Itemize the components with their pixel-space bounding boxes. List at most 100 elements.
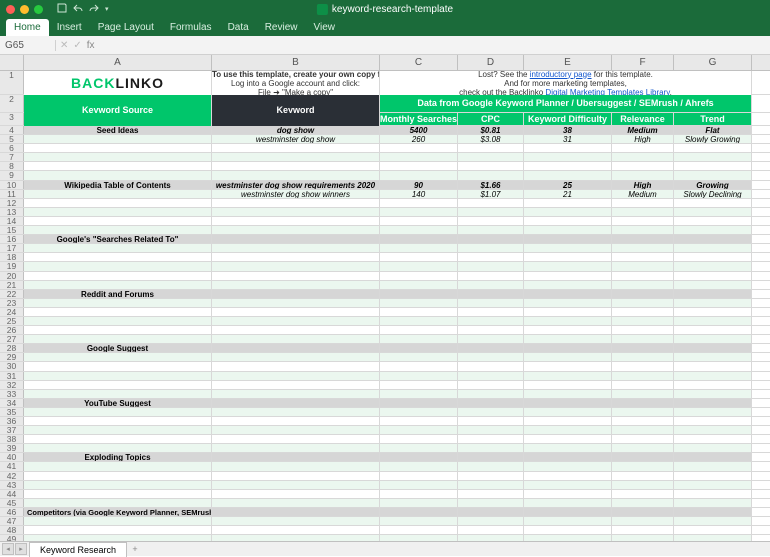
cell[interactable] [380,517,458,525]
cell[interactable] [524,417,612,425]
cell[interactable] [612,526,674,534]
cell[interactable]: $3.08 [458,135,524,143]
maximize-icon[interactable] [34,5,43,14]
cell[interactable] [212,462,380,470]
cell[interactable] [24,226,212,234]
cell[interactable] [524,144,612,152]
cell[interactable] [380,535,458,541]
cell[interactable] [380,526,458,534]
cell[interactable] [674,290,752,298]
row-header[interactable]: 23 [0,299,24,307]
row-header[interactable]: 11 [0,190,24,198]
cell[interactable] [458,226,524,234]
grid[interactable]: 1 BACKLINKO To use this template, create… [0,71,770,541]
cell[interactable] [380,281,458,289]
tab-page-layout[interactable]: Page Layout [90,19,162,36]
row-header[interactable]: 31 [0,372,24,380]
cell[interactable] [24,326,212,334]
cell[interactable] [674,426,752,434]
cell[interactable] [212,472,380,480]
cell[interactable] [24,217,212,225]
row-header[interactable]: 2 [0,95,24,112]
cell[interactable] [212,290,380,298]
cell[interactable] [674,308,752,316]
cell[interactable] [458,444,524,452]
col-C[interactable]: C [380,55,458,70]
save-icon[interactable] [57,3,67,16]
cell[interactable]: Medium [612,190,674,198]
cell[interactable] [612,199,674,207]
cell[interactable] [380,362,458,370]
row-header[interactable]: 1 [0,71,24,94]
cell[interactable] [612,326,674,334]
row-header[interactable]: 16 [0,235,24,243]
cell[interactable] [380,399,458,407]
tab-data[interactable]: Data [220,19,257,36]
cell[interactable] [380,335,458,343]
cell[interactable] [24,272,212,280]
cell[interactable] [524,408,612,416]
cell[interactable] [24,335,212,343]
cell[interactable] [674,262,752,270]
cell[interactable] [524,244,612,252]
cell[interactable] [674,244,752,252]
cell[interactable]: Growing [674,181,752,189]
cell[interactable] [458,517,524,525]
cell[interactable] [612,362,674,370]
cell[interactable] [674,490,752,498]
cell[interactable] [212,272,380,280]
cell[interactable] [674,444,752,452]
cell[interactable]: Medium [612,126,674,134]
cell[interactable] [524,235,612,243]
row-header[interactable]: 8 [0,162,24,170]
cell[interactable] [524,499,612,507]
cell[interactable] [674,517,752,525]
cell[interactable] [674,526,752,534]
row-header[interactable]: 24 [0,308,24,316]
templates-link[interactable]: Digital Marketing Templates Library [545,88,669,96]
cell[interactable] [24,190,212,198]
cell[interactable] [524,171,612,179]
row-header[interactable]: 47 [0,517,24,525]
select-all-corner[interactable] [0,55,24,70]
cell[interactable] [212,444,380,452]
cell[interactable] [612,390,674,398]
cell[interactable] [674,362,752,370]
col-D[interactable]: D [458,55,524,70]
col-A[interactable]: A [24,55,212,70]
cell[interactable] [524,281,612,289]
cell[interactable] [524,535,612,541]
cell[interactable] [674,344,752,352]
cell[interactable] [24,435,212,443]
cell[interactable] [212,208,380,216]
cell[interactable] [380,253,458,261]
cell[interactable] [612,344,674,352]
cell[interactable] [458,317,524,325]
cell[interactable]: westminster dog show winners [212,190,380,198]
cell[interactable] [524,390,612,398]
row-header[interactable]: 17 [0,244,24,252]
cell[interactable] [674,499,752,507]
row-header[interactable]: 6 [0,144,24,152]
cell[interactable] [524,362,612,370]
cell[interactable] [24,308,212,316]
row-header[interactable]: 45 [0,499,24,507]
tab-home[interactable]: Home [6,19,49,36]
cell[interactable] [458,208,524,216]
cell[interactable] [524,253,612,261]
cell[interactable] [674,390,752,398]
cell[interactable] [612,462,674,470]
cell[interactable] [458,417,524,425]
cell[interactable] [524,472,612,480]
cell[interactable] [524,353,612,361]
cell[interactable] [612,235,674,243]
cell[interactable] [674,281,752,289]
cell[interactable] [458,381,524,389]
cell[interactable] [380,208,458,216]
cell[interactable] [458,272,524,280]
cell[interactable] [674,535,752,541]
cell[interactable] [380,508,458,516]
cell[interactable] [24,535,212,541]
row-header[interactable]: 32 [0,381,24,389]
cell[interactable] [458,499,524,507]
